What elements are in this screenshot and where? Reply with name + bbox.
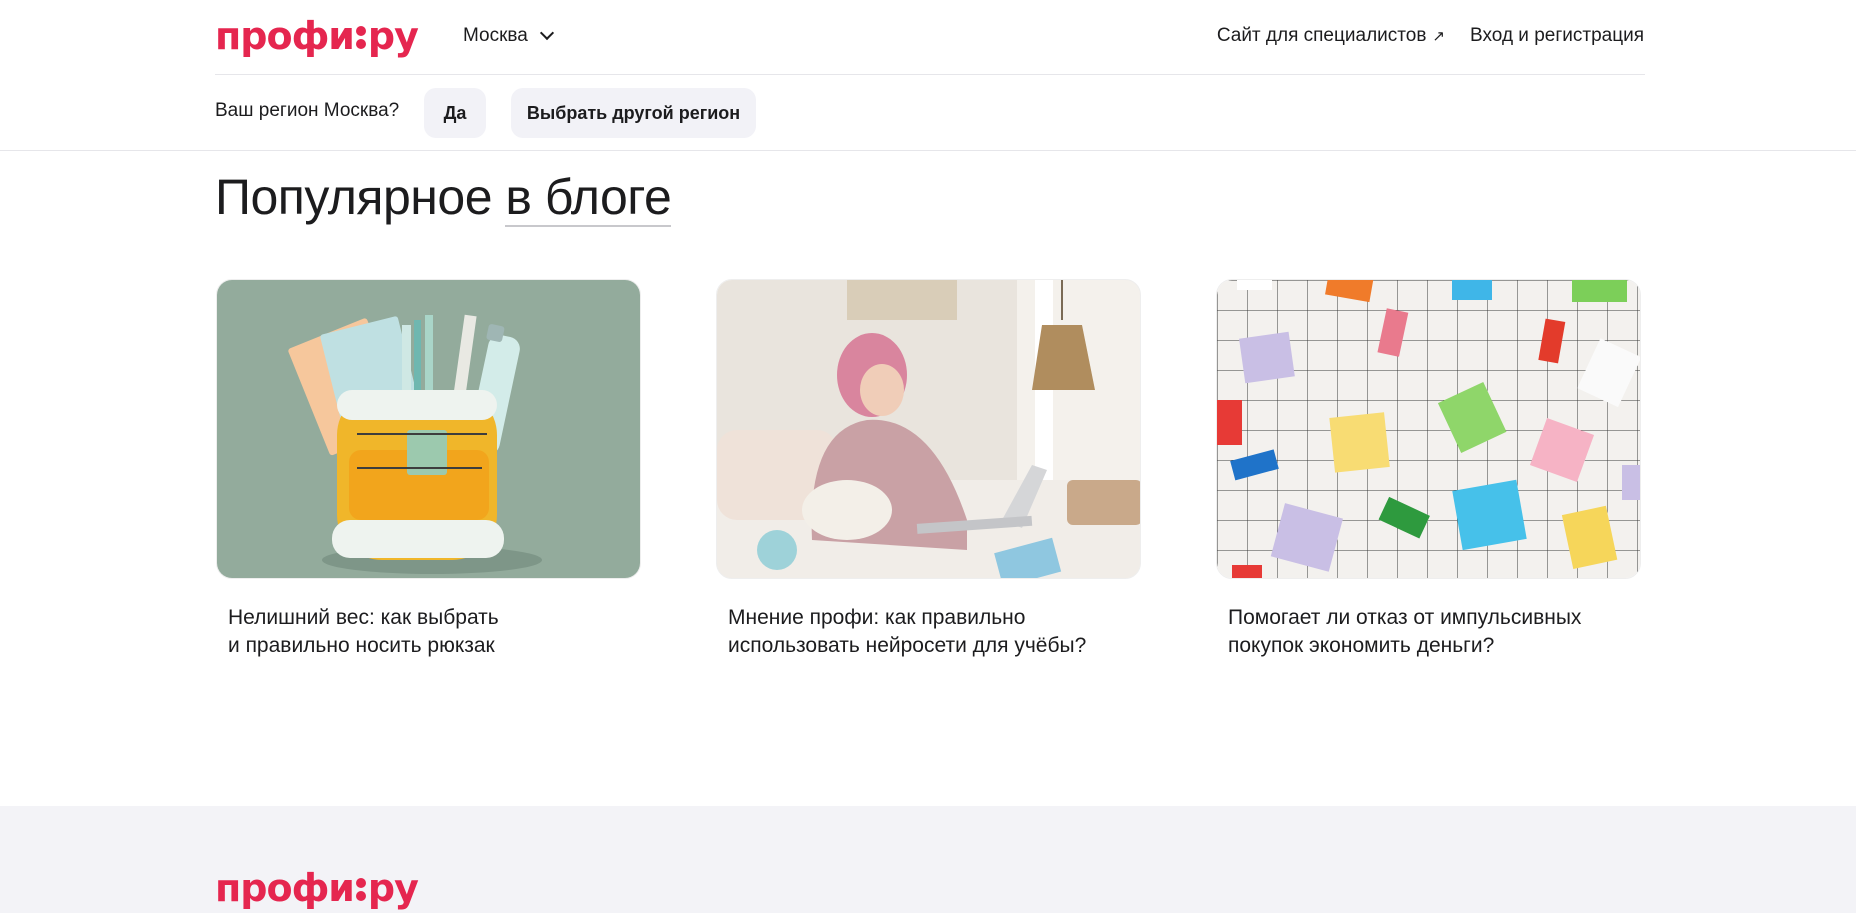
site-header: профи ру Москва Сайт для специалистов ↗ … xyxy=(0,0,1856,151)
city-label: Москва xyxy=(463,25,528,46)
region-yes-button[interactable]: Да xyxy=(424,88,486,138)
profi-logo[interactable]: профи ру xyxy=(215,14,419,58)
logo-text-left: профи xyxy=(215,866,355,910)
chevron-down-icon xyxy=(539,25,554,41)
site-footer: профи ру xyxy=(0,806,1856,913)
student-laptop-image xyxy=(716,279,1141,579)
blog-card-backpack[interactable]: Нелишний вес: как выбрать и правильно но… xyxy=(216,279,641,660)
city-selector[interactable]: Москва xyxy=(463,25,554,47)
backpack-image xyxy=(216,279,641,579)
card-caption: Помогает ли отказ от импульсивных покупо… xyxy=(1228,606,1582,657)
blog-card-neural-networks[interactable]: Мнение профи: как правильно использовать… xyxy=(716,279,1141,660)
external-arrow-icon: ↗ xyxy=(1432,28,1445,45)
shopping-bags-image xyxy=(1216,279,1641,579)
specialists-link-label: Сайт для специалистов xyxy=(1216,25,1427,46)
logo-text-right: ру xyxy=(367,14,419,58)
header-divider xyxy=(215,74,1645,75)
blog-title-link[interactable]: в блоге xyxy=(505,169,672,227)
logo-colon-icon xyxy=(355,26,367,50)
logo-text-left: профи xyxy=(215,14,355,58)
card-caption: Нелишний вес: как выбрать и правильно но… xyxy=(228,606,499,657)
logo-text-right: ру xyxy=(367,866,419,910)
footer-profi-logo[interactable]: профи ру xyxy=(215,866,419,910)
region-question: Ваш регион Москва? xyxy=(215,100,400,121)
blog-section-title: Популярное в блоге xyxy=(215,168,672,227)
blog-title-prefix: Популярное xyxy=(215,169,493,225)
choose-other-region-button[interactable]: Выбрать другой регион xyxy=(511,88,756,138)
logo-colon-icon xyxy=(355,878,367,902)
specialists-site-link[interactable]: Сайт для специалистов ↗ xyxy=(1217,25,1445,47)
login-register-link[interactable]: Вход и регистрация xyxy=(1470,25,1644,47)
card-caption: Мнение профи: как правильно использовать… xyxy=(728,606,1087,657)
blog-card-impulse-purchases[interactable]: Помогает ли отказ от импульсивных покупо… xyxy=(1216,279,1641,660)
